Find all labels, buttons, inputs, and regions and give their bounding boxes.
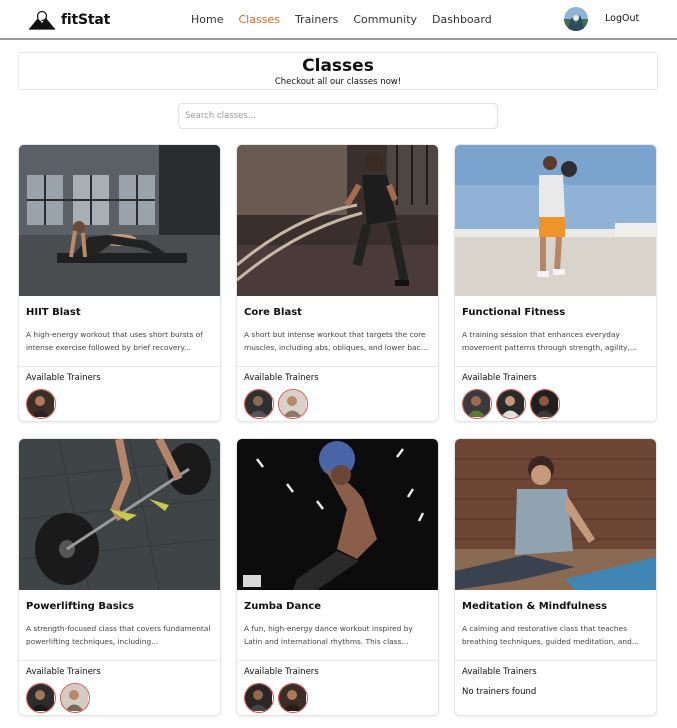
- yoga-photo: [455, 439, 656, 590]
- class-card-hiit-blast[interactable]: HIIT Blast A high-energy workout that us…: [18, 144, 221, 422]
- nav-link-home[interactable]: Home: [191, 12, 223, 28]
- page-header: Classes Checkout all our classes now!: [18, 52, 658, 90]
- available-trainers-label: Available Trainers: [26, 667, 101, 677]
- trainer-avatar[interactable]: [244, 389, 274, 419]
- gym-photo: [19, 145, 220, 296]
- user-avatar-image: [564, 7, 588, 31]
- page-title: Classes: [302, 56, 374, 76]
- class-title: HIIT Blast: [26, 307, 81, 318]
- search-input[interactable]: [178, 103, 498, 129]
- available-trainers-label: Available Trainers: [244, 667, 319, 677]
- trainer-list: [244, 683, 312, 713]
- class-image: [19, 439, 220, 590]
- class-description: A high-energy workout that uses short bu…: [26, 330, 203, 352]
- card-divider: [455, 660, 656, 661]
- class-description: A fun, high-energy dance workout inspire…: [244, 624, 413, 646]
- card-divider: [237, 366, 438, 367]
- mountain-logo-icon: [29, 10, 55, 30]
- gym-photo: [19, 439, 220, 590]
- nav-link-classes[interactable]: Classes: [238, 12, 279, 28]
- available-trainers-label: Available Trainers: [26, 373, 101, 383]
- nav-link-community[interactable]: Community: [353, 12, 417, 28]
- class-image: [455, 439, 656, 590]
- trainer-avatar[interactable]: [60, 683, 90, 713]
- class-card-core-blast[interactable]: Core Blast A short but intense workout t…: [236, 144, 439, 422]
- class-image: [455, 145, 656, 296]
- class-description: A strength-focused class that covers fun…: [26, 624, 211, 646]
- trainer-avatar[interactable]: [530, 389, 560, 419]
- user-avatar[interactable]: [564, 7, 588, 31]
- gym-photo: [237, 439, 438, 590]
- class-card-zumba-dance[interactable]: Zumba Dance A fun, high-energy dance wor…: [236, 438, 439, 716]
- outdoor-photo: [455, 145, 656, 296]
- card-divider: [19, 366, 220, 367]
- class-image: [237, 439, 438, 590]
- class-card-meditation-mindfulness[interactable]: Meditation & Mindfulness A calming and r…: [454, 438, 657, 716]
- trainer-list: [244, 389, 312, 419]
- trainer-list: [26, 389, 60, 419]
- card-divider: [19, 660, 220, 661]
- trainer-avatar[interactable]: [462, 389, 492, 419]
- trainer-avatar[interactable]: [26, 389, 56, 419]
- card-divider: [455, 366, 656, 367]
- nav-link-trainers[interactable]: Trainers: [295, 12, 338, 28]
- trainer-avatar[interactable]: [244, 683, 274, 713]
- class-title: Functional Fitness: [462, 307, 566, 318]
- no-trainers-message: No trainers found: [462, 687, 537, 697]
- class-card-functional-fitness[interactable]: Functional Fitness A training session th…: [454, 144, 657, 422]
- class-description: A calming and restorative class that tea…: [462, 624, 639, 646]
- brand-logo[interactable]: fitStat: [28, 9, 110, 31]
- gym-photo: [237, 145, 438, 296]
- card-divider: [237, 660, 438, 661]
- trainer-list: [26, 683, 94, 713]
- navbar: fitStat Home Classes Trainers Community …: [0, 0, 677, 40]
- class-image: [237, 145, 438, 296]
- class-title: Zumba Dance: [244, 601, 322, 612]
- trainer-list: [462, 389, 564, 419]
- class-title: Core Blast: [244, 307, 302, 318]
- available-trainers-label: Available Trainers: [462, 667, 537, 677]
- trainer-avatar[interactable]: [496, 389, 526, 419]
- class-description: A short but intense workout that targets…: [244, 330, 428, 352]
- page-subtitle: Checkout all our classes now!: [274, 77, 402, 87]
- class-description: A training session that enhances everyda…: [462, 330, 637, 352]
- trainer-avatar[interactable]: [278, 683, 308, 713]
- available-trainers-label: Available Trainers: [462, 373, 537, 383]
- available-trainers-label: Available Trainers: [244, 373, 319, 383]
- nav-link-dashboard[interactable]: Dashboard: [432, 12, 492, 28]
- brand-name: fitStat: [61, 12, 111, 28]
- class-title: Meditation & Mindfulness: [462, 601, 608, 612]
- class-card-powerlifting-basics[interactable]: Powerlifting Basics A strength-focused c…: [18, 438, 221, 716]
- trainer-avatar[interactable]: [26, 683, 56, 713]
- trainer-avatar[interactable]: [278, 389, 308, 419]
- class-title: Powerlifting Basics: [26, 601, 134, 612]
- class-image: [19, 145, 220, 296]
- logout-button[interactable]: LogOut: [605, 13, 639, 24]
- nav-links: Home Classes Trainers Community Dashboar…: [191, 12, 507, 28]
